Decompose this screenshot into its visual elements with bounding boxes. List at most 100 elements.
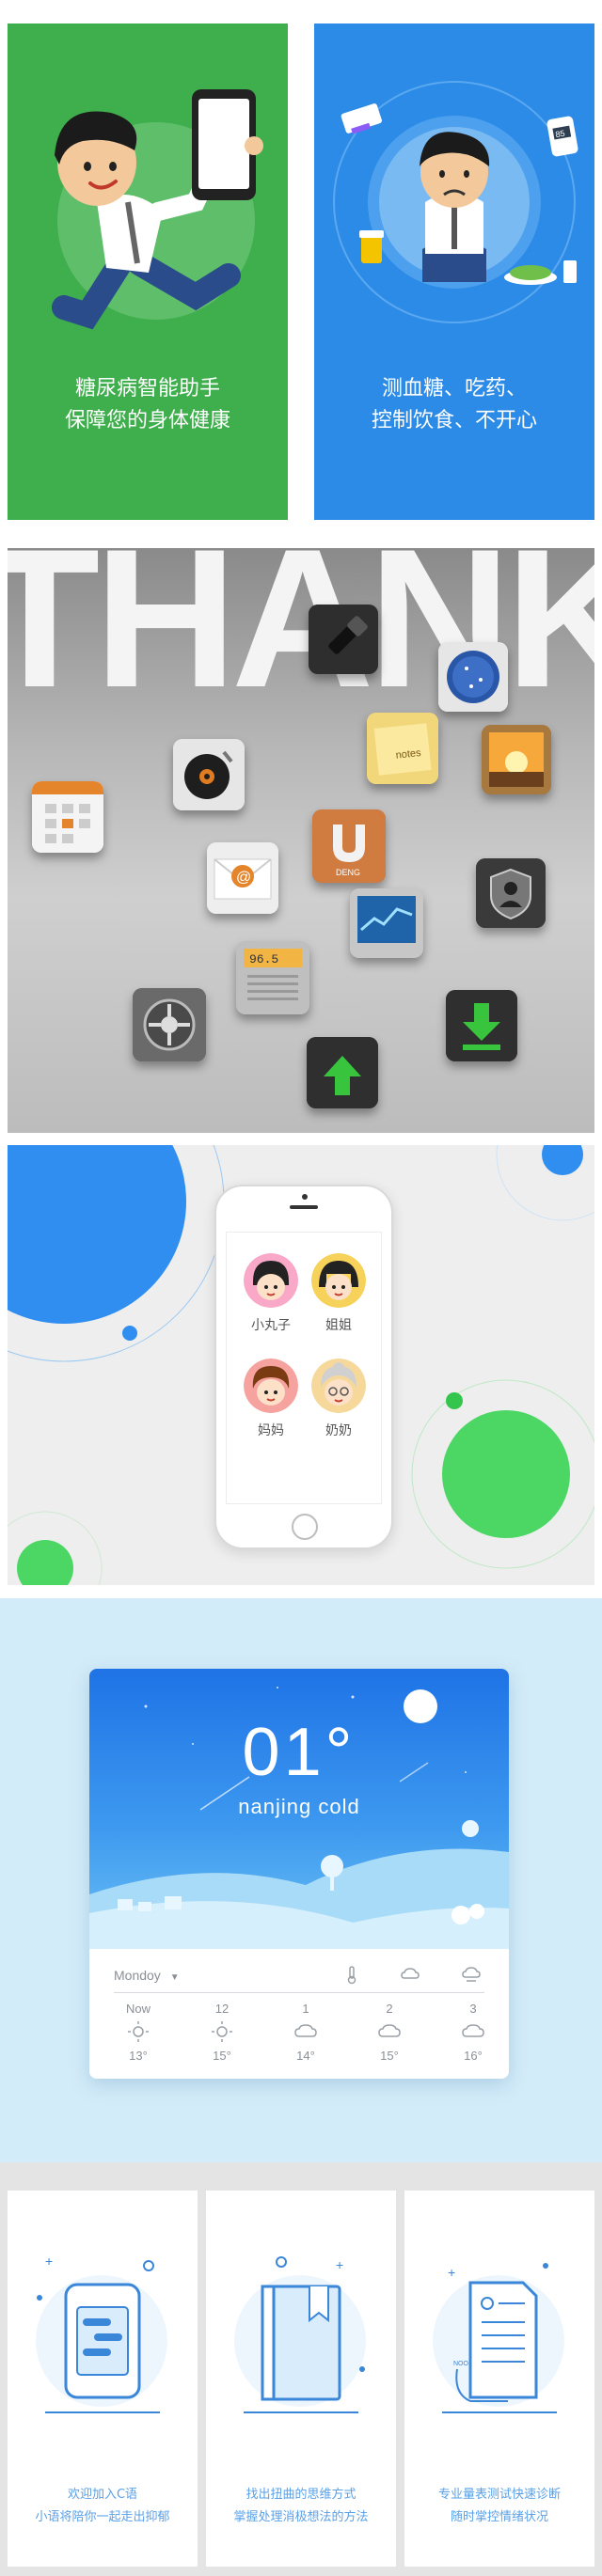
wind-cloud-icon <box>462 1967 481 1982</box>
forecast-time: 2 <box>386 2002 393 2016</box>
weather-city: nanjing cold <box>238 1795 360 1818</box>
forecast-time: Now <box>125 2002 150 2016</box>
worries-caption-line1: 测血糖、吃药、 <box>381 377 527 401</box>
forecast-time: 12 <box>214 2002 230 2016</box>
running-man-illustration <box>52 89 263 330</box>
diagnosis-caption-line2: 随时掌控情绪状况 <box>450 2510 548 2524</box>
forecast-column: 12 15° <box>194 2002 250 2063</box>
chevron-down-icon: ▼ <box>169 1972 180 1983</box>
forecast-column: Now 13° <box>110 2002 166 2063</box>
document-label: NOO <box>453 2361 469 2367</box>
sister-avatar <box>311 1253 366 1308</box>
member-name: 姐姐 <box>325 1318 352 1333</box>
member-sister[interactable]: 姐姐 <box>306 1253 372 1334</box>
forecast-divider <box>114 1992 484 1993</box>
assistant-caption-line2: 保障您的身体健康 <box>64 409 230 432</box>
weather-forecast-panel: Mondoy ▼ Now 13° 12 15° 1 14° 2 15° 3 16… <box>89 1949 509 2079</box>
welcome-caption-line1: 欢迎加入C语 <box>67 2488 138 2502</box>
forecast-temp: 15° <box>380 2049 399 2063</box>
sun-icon <box>212 2021 232 2042</box>
thermometer-icon <box>347 1966 356 1985</box>
magnet-icon[interactable]: DENG <box>312 809 386 883</box>
assistant-caption: 糖尿病智能助手 保障您的身体健康 <box>8 373 288 437</box>
diagnosis-caption: 专业量表测试快速诊断 随时掌控情绪状况 <box>404 2484 594 2529</box>
cloud-icon <box>294 2024 317 2037</box>
weather-showcase: 01° nanjing cold Mondoy ▼ Now 13° 12 15° <box>0 1598 602 2162</box>
cloud-icon <box>378 2024 401 2037</box>
forecast-temp: 13° <box>129 2049 148 2063</box>
book-illustration: + <box>234 2256 366 2413</box>
flashlight-icon[interactable] <box>309 605 378 674</box>
diabetes-card-worries: 85 测血糖、吃药、 控制饮食、不开心 <box>314 24 594 520</box>
forecast-column: 1 14° <box>277 2002 334 2063</box>
mom-avatar <box>244 1359 298 1413</box>
svg-text:@: @ <box>236 870 251 886</box>
sun-icon <box>128 2021 149 2042</box>
settings-icon[interactable] <box>133 988 206 1061</box>
member-name: 小丸子 <box>251 1318 291 1333</box>
compass-icon[interactable] <box>438 642 508 712</box>
weather-temperature: 01° <box>242 1715 356 1790</box>
cloud-icon <box>401 1968 420 1979</box>
thinking-caption-line1: 找出扭曲的思维方式 <box>246 2488 356 2502</box>
radio-icon[interactable]: 96.5 <box>236 941 309 1014</box>
forecast-column: 3 16° <box>445 2002 501 2063</box>
maruko-avatar <box>244 1253 298 1308</box>
notes-icon[interactable]: notes <box>367 713 438 784</box>
thinking-caption-line2: 掌握处理消极想法的方法 <box>233 2510 369 2524</box>
thinking-caption: 找出扭曲的思维方式 掌握处理消极想法的方法 <box>206 2484 396 2529</box>
welcome-caption-line2: 小语将陪你一起走出抑郁 <box>35 2510 170 2524</box>
forecast-temp: 16° <box>464 2049 483 2063</box>
phone-camera <box>302 1194 308 1200</box>
worried-man-illustration: 85 <box>333 81 578 323</box>
weather-card: 01° nanjing cold Mondoy ▼ Now 13° 12 15° <box>89 1669 509 2079</box>
member-maruko[interactable]: 小丸子 <box>238 1253 304 1334</box>
diabetes-showcase: 糖尿病智能助手 保障您的身体健康 85 测血糖、吃药、 控制饮食、不开心 <box>0 0 602 545</box>
diabetes-card-assistant: 糖尿病智能助手 保障您的身体健康 <box>8 24 288 520</box>
phone-chat-illustration: + <box>36 2254 167 2413</box>
grandma-avatar <box>311 1359 366 1413</box>
thanks-icon-showcase: THANKS notes @ DENG 96.5 <box>8 548 594 1133</box>
assistant-caption-line1: 糖尿病智能助手 <box>74 377 220 401</box>
onboarding-showcase: + 欢迎加入C语 小语将陪你一起走出抑郁 + 找出扭曲的思维方式 掌握处理消极想… <box>0 2162 602 2576</box>
phone-screen: 小丸子 姐姐 妈妈 奶奶 <box>226 1232 382 1504</box>
cloud-icon <box>462 2024 484 2037</box>
diagnosis-caption-line1: 专业量表测试快速诊断 <box>437 2488 561 2502</box>
forecast-time: 1 <box>302 2002 309 2016</box>
magnet-label: DENG <box>336 868 360 877</box>
day-label: Mondoy <box>114 1968 161 1983</box>
svg-text:+: + <box>448 2265 455 2280</box>
member-grandma[interactable]: 奶奶 <box>306 1359 372 1439</box>
phone-mockup: 小丸子 姐姐 妈妈 奶奶 <box>214 1185 393 1549</box>
onboarding-card-welcome: + 欢迎加入C语 小语将陪你一起走出抑郁 <box>8 2191 198 2567</box>
forecast-column: 2 15° <box>361 2002 418 2063</box>
worries-caption: 测血糖、吃药、 控制饮食、不开心 <box>314 373 594 437</box>
onboarding-card-diagnosis: NOO + 专业量表测试快速诊断 随时掌控情绪状况 <box>404 2191 594 2567</box>
svg-text:+: + <box>336 2257 343 2272</box>
upload-icon[interactable] <box>307 1037 378 1108</box>
svg-text:+: + <box>45 2254 53 2269</box>
family-app-showcase: 小丸子 姐姐 妈妈 奶奶 <box>8 1145 594 1585</box>
weather-header: 01° nanjing cold <box>89 1669 509 1949</box>
day-selector[interactable]: Mondoy ▼ <box>114 1968 180 1983</box>
forecast-temp: 15° <box>213 2049 231 2063</box>
phone-home-button[interactable] <box>292 1514 318 1540</box>
onboarding-card-thinking: + 找出扭曲的思维方式 掌握处理消极想法的方法 <box>206 2191 396 2567</box>
stocks-icon[interactable] <box>350 888 423 958</box>
radio-display: 96.5 <box>249 952 278 966</box>
worries-caption-line2: 控制饮食、不开心 <box>371 409 537 432</box>
photo-icon[interactable] <box>482 725 551 794</box>
mail-icon[interactable]: @ <box>207 842 278 914</box>
forecast-temp: 14° <box>296 2049 315 2063</box>
member-name: 妈妈 <box>258 1423 284 1438</box>
download-icon[interactable] <box>446 990 517 1061</box>
glucose-meter-reading: 85 <box>555 129 566 140</box>
phone-speaker <box>290 1205 318 1209</box>
music-icon[interactable] <box>173 739 245 810</box>
member-name: 奶奶 <box>325 1423 352 1438</box>
calendar-icon[interactable] <box>32 781 103 853</box>
member-mom[interactable]: 妈妈 <box>238 1359 304 1439</box>
document-illustration: NOO + <box>433 2263 564 2413</box>
forecast-time: 3 <box>469 2002 477 2016</box>
contacts-icon[interactable] <box>476 858 546 928</box>
